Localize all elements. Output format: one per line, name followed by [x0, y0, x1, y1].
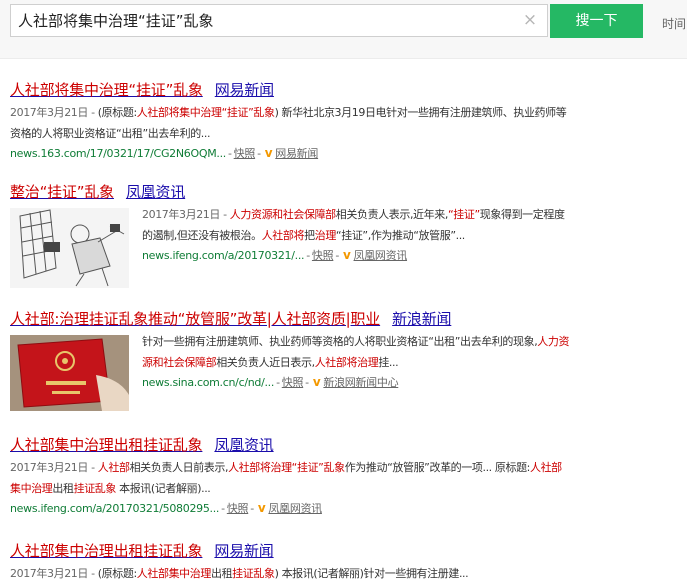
snippet-text: 针对一些拥有注册建筑师、执业药师等资格的人将职业资格证“出租”出去牟利的现象,: [142, 335, 538, 348]
result-thumbnail[interactable]: [10, 208, 129, 288]
result-url-line: news.ifeng.com/a/20170321/... - 快照 - v 凤凰网资讯: [142, 246, 570, 265]
result-snippet: 2017年3月21日 - 人社部相关负责人日前表示,人社部将治理“挂证”乱象作为…: [10, 457, 570, 499]
snippet-text: 作为推动“放管服”改革的一项... 原标题:: [344, 461, 531, 474]
result-title-link[interactable]: 人社部将集中治理“挂证”乱象 网易新闻: [10, 80, 570, 100]
snippet-highlight: 人社部将: [261, 229, 305, 242]
snippet-date: 2017年3月21日 -: [142, 208, 230, 221]
title-main: 人社部集中治理出租挂证乱象: [10, 436, 203, 454]
source-link[interactable]: 网易新闻: [275, 147, 318, 160]
source-link[interactable]: 新浪网新闻中心: [323, 376, 398, 389]
snapshot-link[interactable]: 快照: [227, 502, 249, 515]
result-title-link[interactable]: 整治“挂证”乱象 凤凰资讯: [10, 182, 570, 202]
source-link[interactable]: 凤凰网资讯: [268, 502, 322, 515]
result-item: 人社部集中治理出租挂证乱象 凤凰资讯 2017年3月21日 - 人社部相关负责人日…: [10, 435, 570, 518]
separator: -: [305, 376, 309, 389]
snippet-text: 把: [304, 229, 315, 242]
result-item: 人社部将集中治理“挂证”乱象 网易新闻 2017年3月21日 - (原标题:人社部…: [10, 80, 570, 163]
snippet-text: “挂证”,作为推动“放管服”...: [335, 229, 465, 242]
snippet-text: 相关负责人日前表示,: [129, 461, 229, 474]
search-input[interactable]: [11, 5, 511, 36]
separator: -: [276, 376, 280, 389]
separator: -: [250, 502, 254, 515]
result-thumbnail[interactable]: [10, 335, 129, 411]
separator: -: [335, 249, 339, 262]
result-url: news.sina.com.cn/c/nd/...: [142, 376, 275, 389]
separator: -: [257, 147, 261, 160]
result-title-link[interactable]: 人社部集中治理出租挂证乱象 网易新闻: [10, 541, 570, 561]
title-source: 新浪新闻: [392, 310, 452, 328]
result-item: 整治“挂证”乱象 凤凰资讯 2017年3月21日 - 人力资源和社会保障部相关负…: [10, 182, 570, 288]
snippet-text: 相关负责人近日表示,: [216, 356, 315, 369]
separator: -: [228, 147, 232, 160]
snippet-text: (原标题:: [97, 106, 137, 119]
snippet-highlight: 挂证乱象: [232, 567, 275, 580]
title-main: 人社部:治理挂证乱象推动“放管服”改革|人社部资质|职业: [10, 310, 381, 328]
result-item: 人社部:治理挂证乱象推动“放管服”改革|人社部资质|职业 新浪新闻 针对一些拥有注…: [10, 309, 570, 411]
search-header: × 搜一下 时间: [0, 0, 687, 59]
title-main: 人社部将集中治理“挂证”乱象: [10, 81, 203, 99]
result-title-link[interactable]: 人社部集中治理出租挂证乱象 凤凰资讯: [10, 435, 570, 455]
snippet-highlight: 人社部将治理: [314, 356, 379, 369]
result-snippet: 针对一些拥有注册建筑师、执业药师等资格的人将职业资格证“出租”出去牟利的现象, 人…: [142, 331, 570, 373]
snippet-date: 2017年3月21日 -: [10, 567, 98, 580]
separator: -: [306, 249, 310, 262]
result-url: news.ifeng.com/a/20170321/5080295...: [10, 502, 220, 515]
snippet-highlight: 治理: [314, 229, 337, 242]
result-item: 人社部集中治理出租挂证乱象 网易新闻 2017年3月21日 - (原标题:人社部集…: [10, 541, 570, 584]
snippet-highlight: 挂证乱象: [73, 482, 117, 495]
snapshot-link[interactable]: 快照: [282, 376, 304, 389]
snippet-date: 2017年3月21日 -: [10, 461, 98, 474]
title-main: 人社部集中治理出租挂证乱象: [10, 542, 203, 560]
result-url: news.ifeng.com/a/20170321/...: [142, 249, 305, 262]
snippet-date: 2017年3月21日 -: [10, 106, 98, 119]
snapshot-link[interactable]: 快照: [312, 249, 334, 262]
title-source: 凤凰资讯: [125, 183, 186, 201]
snippet-text: (原标题:: [97, 567, 137, 580]
result-snippet: 2017年3月21日 - (原标题:人社部将集中治理“挂证”乱象) 新华社北京3…: [10, 102, 570, 144]
snippet-text: ) 本报讯(记者解丽)针对一些拥有注册建...: [274, 567, 469, 580]
snippet-highlight: 人力资源和社会保障部: [229, 208, 336, 221]
result-title-link[interactable]: 人社部:治理挂证乱象推动“放管服”改革|人社部资质|职业 新浪新闻: [10, 309, 570, 329]
source-link[interactable]: 凤凰网资讯: [354, 249, 408, 262]
v-source-icon: v: [343, 248, 351, 262]
result-url-line: news.sina.com.cn/c/nd/... - 快照 - v 新浪网新闻中心: [142, 373, 570, 392]
result-snippet: 2017年3月21日 - 人力资源和社会保障部相关负责人表示,近年来,“挂证”现…: [142, 204, 570, 246]
search-box[interactable]: ×: [10, 4, 548, 37]
time-filter[interactable]: 时间: [662, 15, 687, 32]
result-url-line: news.163.com/17/0321/17/CG2N6OQM... - 快照 - v…: [10, 144, 570, 163]
snippet-highlight: 人社部集中治理: [136, 567, 212, 580]
separator: -: [221, 502, 225, 515]
title-source: 网易新闻: [214, 81, 274, 99]
v-source-icon: v: [312, 375, 321, 389]
snippet-text: 挂...: [378, 356, 399, 369]
close-icon[interactable]: ×: [522, 11, 538, 29]
title-source: 网易新闻: [214, 542, 274, 560]
title-source: 凤凰资讯: [214, 436, 274, 454]
result-url-line: news.ifeng.com/a/20170321/5080295... - 快照 -…: [10, 499, 570, 518]
title-main: 整治“挂证”乱象: [10, 183, 114, 201]
snippet-highlight: 人社部: [97, 461, 130, 474]
v-source-icon: v: [257, 501, 266, 515]
snapshot-link[interactable]: 快照: [234, 147, 256, 160]
v-source-icon: v: [264, 146, 273, 160]
snippet-highlight: 人社部将治理“挂证”乱象: [228, 461, 345, 474]
snippet-text: 本报讯(记者解丽)...: [116, 482, 211, 495]
result-url: news.163.com/17/0321/17/CG2N6OQM...: [10, 147, 226, 160]
snippet-highlight: 人社部将集中治理“挂证”乱象: [136, 106, 275, 119]
result-snippet: 2017年3月21日 - (原标题:人社部集中治理出租挂证乱象) 本报讯(记者解…: [10, 563, 570, 584]
snippet-text: 出租: [52, 482, 74, 495]
snippet-highlight: “挂证”: [447, 208, 480, 221]
snippet-text: 相关负责人表示,近年来,: [335, 208, 449, 221]
snippet-text: 出租: [210, 567, 233, 580]
search-button[interactable]: 搜一下: [550, 4, 643, 38]
